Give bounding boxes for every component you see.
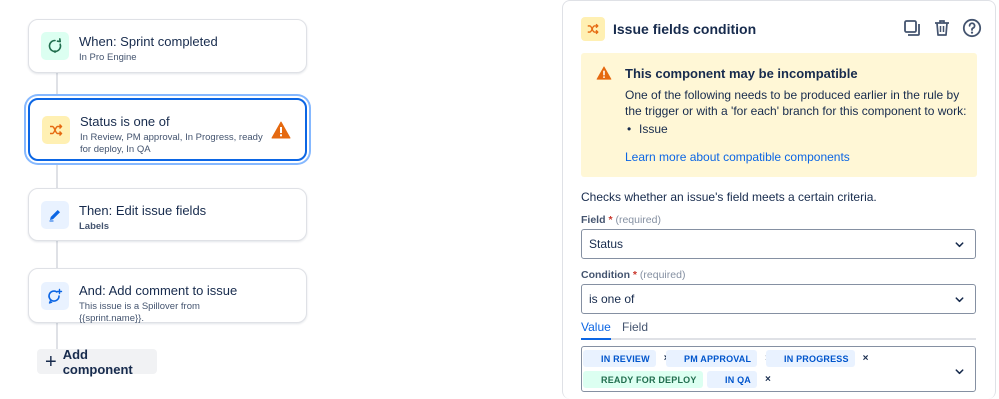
- field-label: Field * (required): [581, 214, 661, 226]
- value-tag: IN REVIEW×: [583, 350, 670, 367]
- values-multiselect[interactable]: IN REVIEW× PM APPROVAL× IN PROGRESS× REA…: [581, 346, 976, 392]
- value-tag: PM APPROVAL×: [666, 350, 771, 367]
- add-comment-subtitle: This issue is a Spillover from {{sprint.…: [79, 301, 200, 324]
- warning-title: This component may be incompatible: [625, 66, 858, 81]
- shuffle-icon: [581, 17, 605, 41]
- trash-icon[interactable]: [931, 17, 953, 39]
- remove-tag-icon[interactable]: ×: [765, 374, 771, 385]
- tab-field[interactable]: Field: [622, 320, 648, 334]
- condition-label: Condition * (required): [581, 269, 686, 281]
- add-comment-title: And: Add comment to issue: [79, 283, 238, 298]
- warning-body: One of the following needs to be produce…: [625, 88, 967, 118]
- add-component-label: Add component: [62, 346, 133, 377]
- flow-connector: [56, 160, 58, 190]
- panel-actions: [901, 17, 983, 39]
- panel-title: Issue fields condition: [613, 21, 757, 37]
- edit-fields-card[interactable]: Then: Edit issue fields Labels: [28, 188, 307, 241]
- chevron-down-icon: [954, 364, 965, 382]
- flow-connector: [56, 322, 58, 350]
- component-config-panel: Issue fields condition This component ma…: [562, 0, 996, 399]
- learn-more-link[interactable]: Learn more about compatible components: [625, 150, 850, 164]
- value-tag: READY FOR DEPLOY×: [583, 371, 716, 388]
- flow-connector: [56, 240, 58, 270]
- warning-icon: [596, 66, 612, 85]
- value-tag: IN QA ×: [707, 371, 771, 388]
- value-tag: IN PROGRESS ×: [766, 350, 869, 367]
- remove-tag-icon[interactable]: ×: [863, 353, 869, 364]
- warning-bullet: Issue: [627, 122, 668, 136]
- edit-fields-title: Then: Edit issue fields: [79, 203, 207, 218]
- chevron-down-icon: [954, 294, 965, 308]
- help-icon[interactable]: [961, 17, 983, 39]
- trigger-title: When: Sprint completed: [79, 34, 218, 49]
- field-select[interactable]: Status: [581, 229, 976, 259]
- sprint-refresh-icon: [41, 32, 69, 60]
- field-select-value: Status: [589, 237, 624, 251]
- chevron-down-icon: [954, 239, 965, 253]
- condition-select[interactable]: is one of: [581, 284, 976, 314]
- add-comment-card[interactable]: And: Add comment to issue This issue is …: [28, 268, 307, 324]
- plus-icon: +: [45, 350, 57, 373]
- condition-title: Status is one of: [80, 114, 170, 129]
- shuffle-icon: [42, 115, 70, 144]
- component-description: Checks whether an issue's field meets a …: [581, 190, 877, 204]
- duplicate-icon[interactable]: [901, 17, 923, 39]
- add-component-button[interactable]: + Add component: [37, 346, 157, 377]
- edit-fields-subtitle: Labels: [79, 221, 110, 232]
- value-field-tabs: Value Field: [581, 320, 976, 340]
- condition-subtitle: In Review, PM approval, In Progress, rea…: [80, 132, 263, 155]
- incompatible-warning: This component may be incompatible One o…: [581, 53, 977, 177]
- trigger-subtitle: In Pro Engine: [79, 52, 137, 63]
- pencil-icon: [41, 200, 69, 229]
- condition-select-value: is one of: [589, 292, 635, 306]
- tab-value[interactable]: Value: [581, 320, 611, 340]
- comment-add-icon: [41, 281, 69, 310]
- warning-icon: [271, 121, 291, 144]
- condition-card[interactable]: Status is one of In Review, PM approval,…: [28, 98, 307, 161]
- trigger-card[interactable]: When: Sprint completed In Pro Engine: [28, 19, 307, 73]
